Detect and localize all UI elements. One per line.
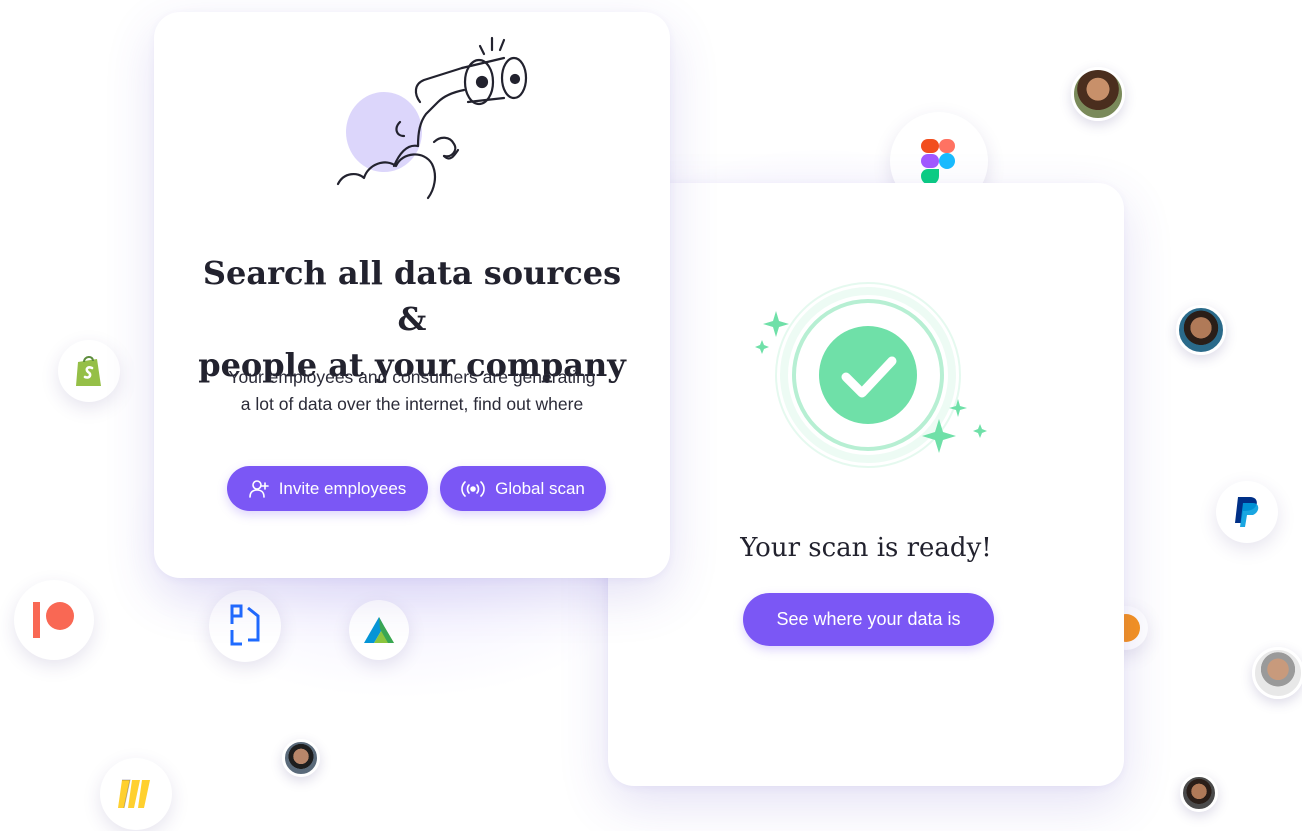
avatar-man-small [282, 739, 320, 777]
miro-logo-icon [100, 758, 172, 830]
productboard-logo-icon [209, 590, 281, 662]
description-line2: a lot of data over the internet, find ou… [240, 394, 584, 414]
broadcast-icon [461, 480, 485, 497]
avatar-man-glasses [1176, 305, 1226, 355]
global-scan-button[interactable]: Global scan [440, 466, 606, 511]
scan-ready-card: Your scan is ready! See where your data … [608, 183, 1124, 786]
avatar-man-bottom [1180, 774, 1218, 812]
paypal-logo-icon [1216, 481, 1278, 543]
avatar-woman [1071, 67, 1125, 121]
invite-employees-label: Invite employees [278, 478, 407, 498]
binoculars-illustration-icon [336, 36, 528, 200]
description: Your employees and consumers are generat… [154, 364, 670, 418]
scan-ready-title: Your scan is ready! [740, 533, 992, 563]
user-plus-icon [248, 479, 269, 498]
see-data-button-label: See where your data is [776, 609, 961, 629]
invite-employees-button[interactable]: Invite employees [227, 466, 428, 511]
page-title-line1: Search all data sources & [202, 254, 622, 338]
search-card: Search all data sources & people at your… [154, 12, 670, 578]
see-data-button[interactable]: See where your data is [743, 593, 994, 646]
shopify-logo-icon [58, 340, 120, 402]
patreon-logo-icon [14, 580, 94, 660]
global-scan-label: Global scan [495, 478, 585, 498]
check-circle-icon [755, 282, 987, 468]
autodesk-logo-icon [349, 600, 409, 660]
avatar-older-man [1252, 647, 1302, 699]
description-line1: Your employees and consumers are generat… [228, 367, 596, 387]
